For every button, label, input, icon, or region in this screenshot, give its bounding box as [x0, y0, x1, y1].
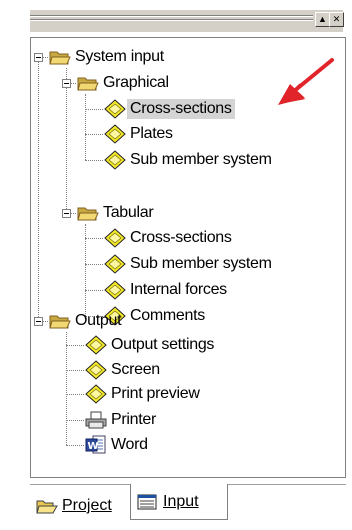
- tree-item-output-settings[interactable]: Output settings: [84, 332, 217, 358]
- diamond-icon: [104, 254, 126, 274]
- diamond-icon: [85, 335, 107, 355]
- panel-tabs: Project Input: [30, 484, 346, 526]
- tree-item-tabular-cross-sections[interactable]: Cross-sections: [103, 225, 235, 251]
- collapse-toggle[interactable]: [34, 317, 43, 326]
- diamond-icon: [85, 360, 107, 380]
- panel-titlebar[interactable]: ▲ ✕: [30, 10, 344, 32]
- collapse-toggle[interactable]: [34, 53, 43, 62]
- open-folder-icon: [49, 51, 71, 65]
- tree-node-output[interactable]: Output: [48, 308, 124, 334]
- collapse-toggle[interactable]: [62, 209, 71, 218]
- svg-text:W: W: [88, 441, 99, 452]
- table-icon: [137, 494, 157, 509]
- tab-project[interactable]: Project: [36, 488, 112, 524]
- tree-item-tabular-sub-member-system[interactable]: Sub member system: [103, 251, 275, 277]
- tree-node-system-input[interactable]: System input: [48, 44, 167, 70]
- tab-input[interactable]: Input: [130, 484, 228, 520]
- navigator-tree: System input Graphical Cross-sections Pl…: [30, 37, 346, 478]
- tree-item-graphical-sub-member-system[interactable]: Sub member system: [103, 147, 275, 173]
- tree-item-word[interactable]: W Word: [84, 432, 151, 458]
- tree-item-plates[interactable]: Plates: [103, 121, 176, 147]
- open-folder-icon: [36, 500, 58, 514]
- diamond-icon: [104, 99, 126, 119]
- tree-item-printer[interactable]: Printer: [84, 407, 159, 433]
- navigator-panel: ▲ ✕ System input Graphical Cross-section…: [0, 0, 352, 530]
- tree-item-print-preview[interactable]: Print preview: [84, 381, 203, 407]
- diamond-icon: [104, 150, 126, 170]
- diamond-icon: [104, 124, 126, 144]
- tree-item-internal-forces[interactable]: Internal forces: [103, 277, 230, 303]
- open-folder-icon: [77, 207, 99, 221]
- scroll-up-button[interactable]: ▲: [315, 12, 330, 27]
- diamond-icon: [104, 280, 126, 300]
- tree-item-graphical-cross-sections[interactable]: Cross-sections: [103, 96, 235, 122]
- open-folder-icon: [77, 77, 99, 91]
- word-document-icon: W: [85, 435, 106, 454]
- open-folder-icon: [49, 315, 71, 329]
- tree-item-screen[interactable]: Screen: [84, 357, 163, 383]
- collapse-toggle[interactable]: [62, 79, 71, 88]
- diamond-icon: [85, 384, 107, 404]
- diamond-icon: [104, 228, 126, 248]
- tree-node-graphical[interactable]: Graphical: [76, 70, 172, 96]
- close-button[interactable]: ✕: [329, 12, 344, 27]
- printer-icon: [85, 411, 107, 429]
- tree-node-tabular[interactable]: Tabular: [76, 200, 156, 226]
